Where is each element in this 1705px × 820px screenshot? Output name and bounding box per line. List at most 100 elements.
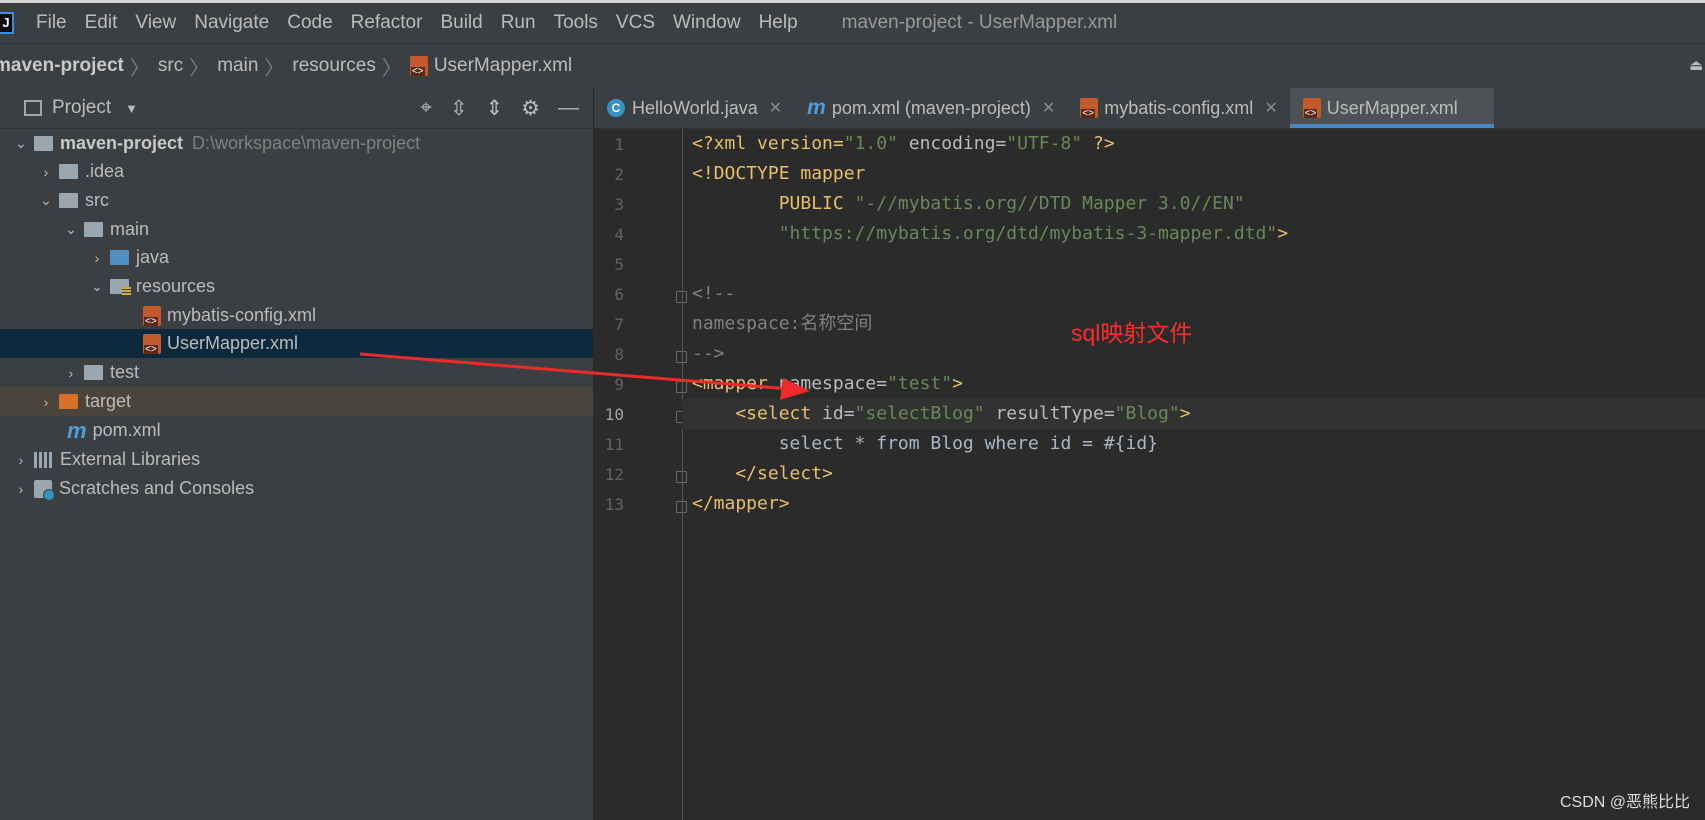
xml-value: "Blog" [1114, 403, 1180, 424]
tree-item-label: java [136, 247, 170, 267]
tree-item-java[interactable]: › java [0, 243, 593, 272]
chevron-right-icon[interactable]: › [14, 452, 28, 468]
xml-value: "1.0" [843, 133, 898, 154]
breadcrumb-resources[interactable]: resources [292, 55, 375, 77]
close-icon[interactable]: ✕ [1042, 98, 1055, 118]
code-line: <!DOCTYPE mapper [692, 159, 1705, 189]
chevron-right-icon[interactable]: › [39, 394, 53, 410]
xml-value: "https://mybatis.org/dtd/mybatis-3-mappe… [778, 223, 1278, 244]
tree-item-src[interactable]: ⌄ src [0, 186, 593, 215]
tree-item-external-libraries[interactable]: › External Libraries [0, 445, 593, 474]
project-toolbar: ⌖ ⇳ ⇕ ⚙ — [420, 96, 579, 121]
chevron-right-icon[interactable]: › [64, 365, 78, 381]
project-panel-title[interactable]: Project [52, 97, 111, 119]
breadcrumb-src[interactable]: src [158, 55, 183, 77]
chevron-down-icon[interactable]: ⌄ [90, 278, 104, 295]
collapse-all-icon[interactable]: ⇕ [486, 96, 504, 121]
line-number: 12 [604, 465, 624, 484]
folder-icon [59, 193, 78, 208]
tab-label: mybatis-config.xml [1104, 97, 1254, 118]
tree-item-maven-project[interactable]: ⌄ maven-project D:\workspace\maven-proje… [0, 129, 593, 158]
chevron-right-icon: 〉 [264, 57, 285, 80]
editor-pane: C HelloWorld.java ✕ m pom.xml (maven-pro… [594, 88, 1705, 820]
project-view-icon [24, 100, 42, 116]
menu-run[interactable]: Run [501, 12, 536, 34]
tree-item-label: src [85, 190, 109, 210]
tree-item-mybatis-config[interactable]: mybatis-config.xml [0, 301, 593, 330]
menu-help[interactable]: Help [759, 12, 798, 34]
tab-label: pom.xml (maven-project) [831, 97, 1031, 118]
tree-item-label: External Libraries [60, 449, 201, 469]
sql-text: select * from Blog where id = #{id} [692, 433, 1158, 454]
menu-code[interactable]: Code [287, 12, 332, 34]
xml-value: "-//mybatis.org//DTD Mapper 3.0//EN" [854, 193, 1245, 214]
breadcrumb-file[interactable]: UserMapper.xml [409, 55, 573, 77]
menu-tools[interactable]: Tools [554, 12, 598, 34]
xml-file-icon [1302, 98, 1321, 118]
expand-all-icon[interactable]: ⇳ [450, 96, 468, 121]
tab-pom[interactable]: m pom.xml (maven-project) ✕ [794, 88, 1067, 128]
menu-build[interactable]: Build [440, 12, 482, 34]
tree-item-scratches[interactable]: › Scratches and Consoles [0, 474, 593, 503]
chevron-down-icon[interactable]: ▼ [125, 101, 138, 116]
chevron-right-icon[interactable]: › [39, 164, 53, 180]
chevron-down-icon[interactable]: ⌄ [14, 135, 28, 152]
xml-value: "UTF-8" [1006, 133, 1083, 154]
xml-value: "test" [887, 373, 953, 394]
tree-item-pom[interactable]: m pom.xml [0, 416, 593, 445]
chevron-right-icon: 〉 [381, 57, 402, 80]
menu-file[interactable]: File [36, 12, 67, 34]
gutter-divider [682, 129, 683, 820]
chevron-down-icon[interactable]: ⌄ [64, 221, 78, 238]
window-title: maven-project - UserMapper.xml [841, 12, 1118, 33]
code-line: select * from Blog where id = #{id} [692, 429, 1705, 459]
gear-icon[interactable]: ⚙ [521, 96, 540, 121]
xml-tag: </select> [692, 463, 833, 484]
xml-tag: <mapper [692, 373, 768, 394]
breadcrumb-file-label: UserMapper.xml [433, 55, 573, 76]
java-class-icon: C [607, 99, 625, 117]
module-folder-icon [34, 136, 53, 151]
tab-mybatis-config[interactable]: mybatis-config.xml ✕ [1067, 88, 1289, 128]
chevron-right-icon[interactable]: › [90, 250, 104, 266]
close-icon[interactable]: ✕ [1264, 98, 1277, 118]
xml-attr: resultType= [984, 403, 1115, 424]
tab-label: HelloWorld.java [632, 97, 758, 118]
tree-item-label: test [110, 362, 140, 382]
tree-item-path-hint: D:\workspace\maven-project [192, 133, 421, 153]
xml-attr: id= [811, 403, 855, 424]
chevron-down-icon[interactable]: ⌄ [39, 192, 53, 209]
line-number-gutter: 1 2 3 4 5 6 7 8 9 10 11 12 13 [594, 129, 687, 820]
locate-file-icon[interactable]: ⌖ [420, 96, 432, 121]
line-number: 8 [614, 345, 624, 364]
menu-view[interactable]: View [135, 12, 176, 34]
xml-tag: ?> [1082, 133, 1115, 154]
menu-bar: J File Edit View Navigate Code Refactor … [0, 3, 1705, 43]
tree-item-label: target [85, 391, 132, 411]
folder-icon [59, 164, 78, 179]
tree-item-usermapper[interactable]: UserMapper.xml [0, 329, 593, 358]
close-icon[interactable]: ✕ [769, 98, 782, 118]
breadcrumb-project[interactable]: maven-project [0, 55, 124, 77]
folder-icon [84, 365, 103, 380]
hide-panel-icon[interactable]: — [558, 96, 579, 121]
tree-item-idea[interactable]: › .idea [0, 157, 593, 186]
breadcrumb-main[interactable]: main [217, 55, 258, 77]
line-number: 5 [614, 255, 624, 274]
tree-item-test[interactable]: › test [0, 358, 593, 387]
tree-item-resources[interactable]: ⌄ resources [0, 272, 593, 301]
user-icon[interactable]: ⏏ [1689, 56, 1703, 74]
tree-item-main[interactable]: ⌄ main [0, 215, 593, 244]
menu-vcs[interactable]: VCS [616, 12, 655, 34]
menu-navigate[interactable]: Navigate [194, 12, 269, 34]
tab-usermapper[interactable]: UserMapper.xml ✕ [1289, 88, 1495, 128]
tree-item-target[interactable]: › target [0, 387, 593, 416]
xml-attr: namespace= [767, 373, 888, 394]
code-line: "https://mybatis.org/dtd/mybatis-3-mappe… [692, 219, 1705, 249]
menu-refactor[interactable]: Refactor [351, 12, 423, 34]
menu-window[interactable]: Window [673, 12, 741, 34]
menu-edit[interactable]: Edit [85, 12, 118, 34]
chevron-right-icon[interactable]: › [14, 481, 28, 497]
tab-helloworld[interactable]: C HelloWorld.java ✕ [594, 88, 794, 128]
